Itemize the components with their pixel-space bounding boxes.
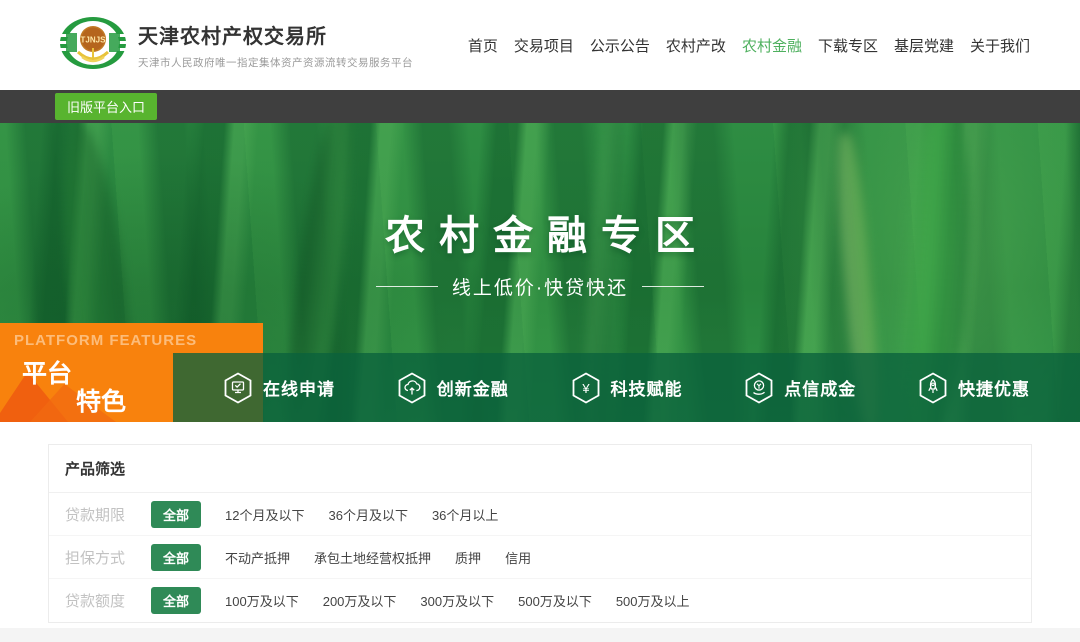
feature-tab-fast-discount[interactable]: 快捷优惠 <box>918 372 1030 404</box>
footer-strip <box>0 628 1080 642</box>
filter-row-label: 贷款期限 <box>65 504 143 525</box>
feature-tab-label: 快捷优惠 <box>958 375 1030 400</box>
feature-tab-credit-to-gold[interactable]: 点信成金 <box>744 372 856 404</box>
nav-item-5[interactable]: 农村金融 <box>740 31 804 60</box>
brand-subtitle: 天津市人民政府唯一指定集体资产资源流转交易服务平台 <box>138 55 413 70</box>
feature-tabbar: 在线申请 创新金融 ¥ 科技赋能 点信成金 快捷优惠 <box>173 353 1080 422</box>
hero-banner: 农村金融专区 线上低价·快贷快还 PLATFORM FEATURES 平台 特色… <box>0 123 1080 422</box>
nav-item-2[interactable]: 交易项目 <box>512 31 576 60</box>
nav-item-7[interactable]: 基层党建 <box>892 31 956 60</box>
main-nav: 首页交易项目公示公告农村产改农村金融下载专区基层党建关于我们 <box>466 31 1032 60</box>
filter-row-2: 担保方式全部 不动产抵押 承包土地经营权抵押 质押 信用 <box>49 536 1031 579</box>
filter-rows: 贷款期限全部12个月及以下36个月及以下36个月以上担保方式全部不动产抵押承包土… <box>49 493 1031 622</box>
filter-option[interactable]: 500万及以上 <box>616 591 690 610</box>
filter-options: 100万及以下 200万及以下 300万及以下 500万及以下 500万及以上 <box>225 591 690 610</box>
filter-option[interactable]: 信用 <box>505 548 531 567</box>
filter-row-label: 担保方式 <box>65 547 143 568</box>
features-title-line1: 平台 <box>22 354 72 390</box>
filter-option[interactable]: 12个月及以下 <box>225 505 304 524</box>
feature-tab-tech-empower[interactable]: ¥ 科技赋能 <box>571 372 683 404</box>
rocket-icon <box>918 372 948 404</box>
filter-option[interactable]: 500万及以下 <box>518 591 592 610</box>
brand-title: 天津农村产权交易所 <box>138 20 413 49</box>
feature-tab-label: 科技赋能 <box>611 375 683 400</box>
old-platform-button[interactable]: 旧版平台入口 <box>55 93 157 120</box>
subtitle-line-left <box>376 286 438 287</box>
feature-tab-label: 在线申请 <box>263 375 335 400</box>
topbar: 旧版平台入口 <box>0 90 1080 123</box>
filter-all-button[interactable]: 全部 <box>151 587 201 614</box>
subtitle-line-right <box>642 286 704 287</box>
cloud-arrow-icon <box>397 372 427 404</box>
filter-option[interactable]: 36个月及以下 <box>328 505 407 524</box>
hero-subtitle-text: 线上低价·快贷快还 <box>452 273 628 300</box>
hero-subtitle: 线上低价·快贷快还 <box>0 273 1080 300</box>
svg-text:TJNJS: TJNJS <box>81 35 107 44</box>
nav-item-3[interactable]: 公示公告 <box>588 31 652 60</box>
filter-option[interactable]: 200万及以下 <box>323 591 397 610</box>
yen-icon: ¥ <box>571 372 601 404</box>
site-logo: TJNJS <box>58 14 128 77</box>
brand[interactable]: TJNJS 天津农村产权交易所 天津市人民政府唯一指定集体资产资源流转交易服务平… <box>58 14 413 77</box>
nav-item-4[interactable]: 农村产改 <box>664 31 728 60</box>
nav-item-8[interactable]: 关于我们 <box>968 31 1032 60</box>
hero-title: 农村金融专区 <box>0 203 1080 261</box>
page: TJNJS 天津农村产权交易所 天津市人民政府唯一指定集体资产资源流转交易服务平… <box>0 0 1080 642</box>
filter-option[interactable]: 100万及以下 <box>225 591 299 610</box>
filter-row-label: 贷款额度 <box>65 590 143 611</box>
filter-row-3: 贷款额度全部 100万及以下 200万及以下 300万及以下 500万及以下 500万及以… <box>49 579 1031 622</box>
filter-all-button[interactable]: 全部 <box>151 544 201 571</box>
feature-tab-label: 创新金融 <box>437 375 509 400</box>
nav-item-1[interactable]: 首页 <box>466 31 500 60</box>
feature-tab-innovative-finance[interactable]: 创新金融 <box>397 372 509 404</box>
filter-option[interactable]: 不动产抵押 <box>225 548 290 567</box>
feature-tab-label: 点信成金 <box>784 375 856 400</box>
coin-hand-icon <box>744 372 774 404</box>
features-title-line2: 特色 <box>76 382 126 418</box>
svg-text:¥: ¥ <box>581 381 590 396</box>
site-header: TJNJS 天津农村产权交易所 天津市人民政府唯一指定集体资产资源流转交易服务平… <box>0 0 1080 90</box>
filter-options: 12个月及以下 36个月及以下 36个月以上 <box>225 505 498 524</box>
product-filter-card: 产品筛选 贷款期限全部12个月及以下36个月及以下36个月以上担保方式全部不动产… <box>48 444 1032 623</box>
filter-option[interactable]: 质押 <box>455 548 481 567</box>
filter-option[interactable]: 36个月以上 <box>432 505 498 524</box>
feature-tab-online-apply[interactable]: 在线申请 <box>223 372 335 404</box>
filter-options: 不动产抵押 承包土地经营权抵押 质押 信用 <box>225 548 531 567</box>
filter-card-title: 产品筛选 <box>49 445 1031 493</box>
filter-all-button[interactable]: 全部 <box>151 501 201 528</box>
filter-row-1: 贷款期限全部 12个月及以下 36个月及以下 36个月以上 <box>49 493 1031 536</box>
brand-text: 天津农村产权交易所 天津市人民政府唯一指定集体资产资源流转交易服务平台 <box>138 20 413 70</box>
filter-option[interactable]: 300万及以下 <box>420 591 494 610</box>
nav-item-6[interactable]: 下载专区 <box>816 31 880 60</box>
filter-option[interactable]: 承包土地经营权抵押 <box>314 548 431 567</box>
monitor-check-icon <box>223 372 253 404</box>
features-eyebrow: PLATFORM FEATURES <box>14 332 197 349</box>
